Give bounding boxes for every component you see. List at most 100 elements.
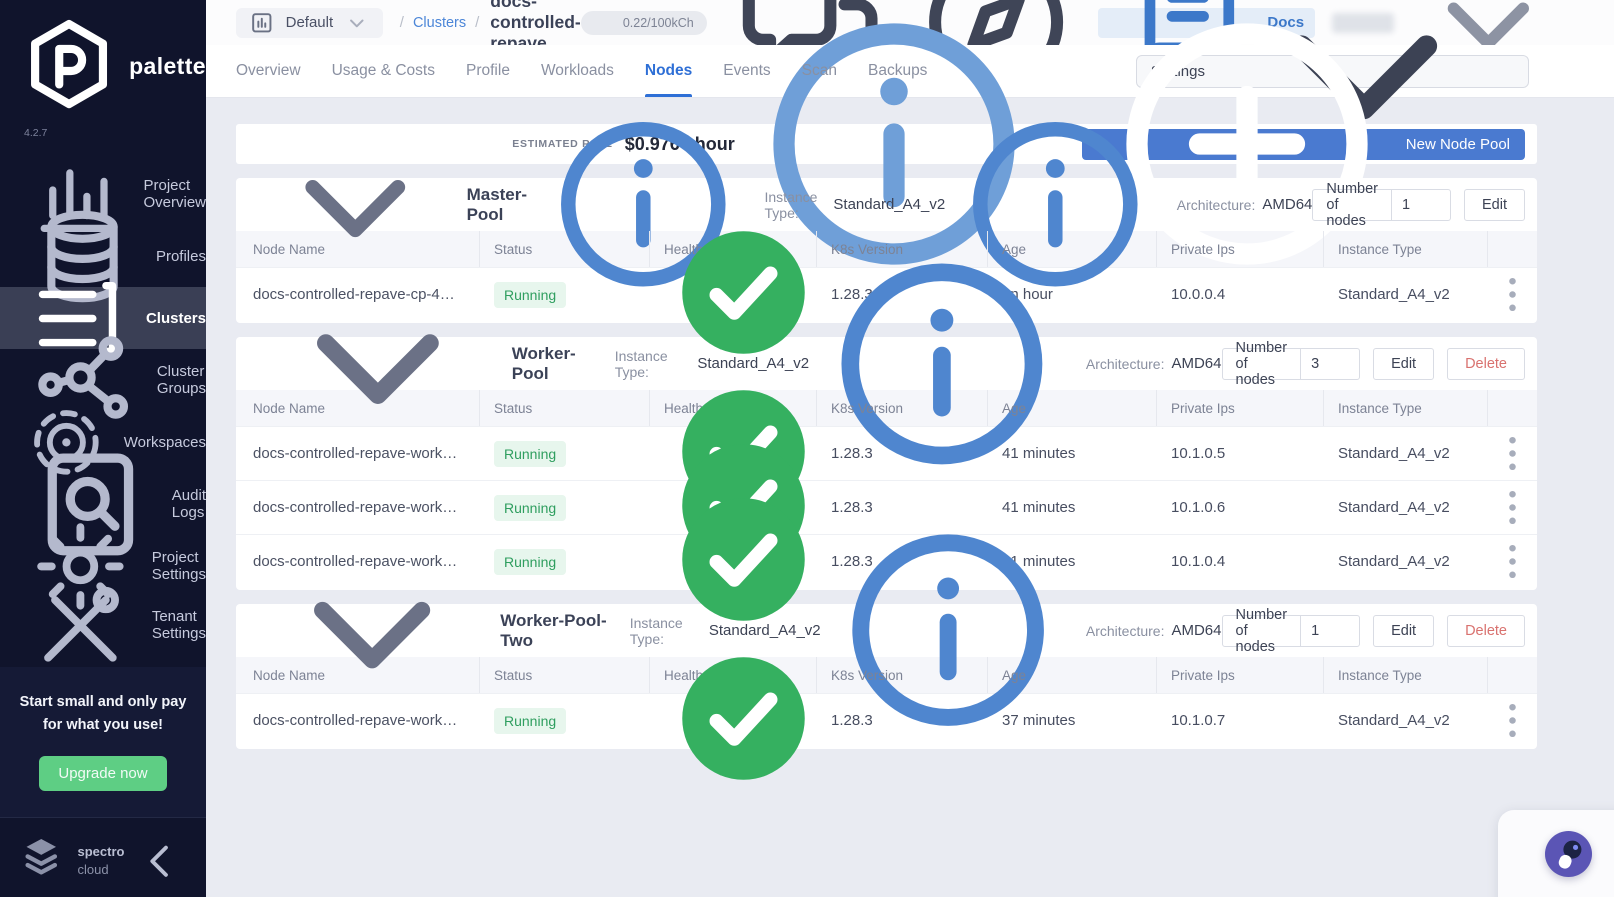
sidebar-item-label: Project Settings	[151, 549, 206, 584]
table-header-row: Node Name Status Health K8s Version Age …	[236, 657, 1537, 693]
k8s-version-cell: 1.28.3	[831, 712, 873, 729]
row-actions-kebab[interactable]	[1488, 483, 1537, 532]
actions-cell	[1488, 537, 1537, 586]
status-badge: Running	[494, 707, 567, 734]
status-cell: Running	[480, 281, 650, 308]
edit-pool-button[interactable]: Edit	[1373, 347, 1435, 380]
status-badge: Running	[494, 440, 567, 467]
status-cell: Running	[480, 440, 650, 467]
column-header-node-name: Node Name	[236, 390, 480, 426]
sidebar-item-label: Profiles	[155, 247, 206, 265]
private-ip-cell: 10.1.0.7	[1171, 712, 1226, 729]
tab-overview[interactable]: Overview	[236, 45, 301, 97]
actions-cell	[1488, 696, 1537, 745]
column-header-private-ips: Private Ips	[1157, 390, 1324, 426]
tab-workloads[interactable]: Workloads	[541, 45, 614, 97]
column-header-k8s-version: K8s Version	[817, 657, 988, 693]
architecture-label: Architecture:	[1085, 355, 1165, 372]
astronaut-icon	[1545, 831, 1592, 878]
row-actions-kebab[interactable]	[1488, 429, 1537, 478]
tab-nodes[interactable]: Nodes	[644, 45, 693, 97]
architecture-label: Architecture:	[1085, 622, 1165, 639]
instance-type-value: Standard_A4_v2	[697, 355, 810, 372]
column-header-k8s-version: K8s Version	[817, 390, 988, 426]
project-selector[interactable]: Default	[236, 7, 383, 38]
pool-controls: Number of nodes Edit Delete	[1221, 607, 1525, 655]
number-of-nodes-input[interactable]	[1301, 615, 1360, 646]
edit-pool-button[interactable]: Edit	[1464, 188, 1525, 221]
breadcrumb-separator: /	[475, 14, 480, 31]
column-header-status: Status	[480, 390, 650, 426]
tab-backups[interactable]: Backups	[868, 45, 927, 97]
upgrade-panel: Start small and only pay for what you us…	[0, 667, 206, 817]
spectro-cloud-wordmark: spectro cloud	[78, 843, 125, 879]
instance-type-label: Instance Type:	[614, 347, 668, 380]
private-ip-cell: 10.1.0.5	[1171, 445, 1226, 462]
upgrade-message: Start small and only pay for what you us…	[12, 691, 194, 736]
node-pool-card-worker-pool-two: Worker-Pool-Two Instance Type: Standard_…	[236, 534, 1537, 780]
pool-header: Worker-Pool Instance Type: Standard_A4_v…	[236, 263, 1537, 464]
spectro-text: spectro	[77, 843, 125, 859]
nodes-content: ESTIMATED RATE $0.976 / hour New Node Po…	[206, 23, 1614, 780]
upgrade-now-button[interactable]: Upgrade now	[39, 756, 167, 791]
breadcrumb-clusters-link[interactable]: Clusters	[413, 15, 466, 31]
tab-events[interactable]: Events	[723, 45, 770, 97]
node-pools: Master-Pool Instance Type: Standard_A4_v…	[236, 122, 1614, 780]
actions-cell	[1488, 429, 1537, 478]
new-node-pool-label: New Node Pool	[1405, 135, 1510, 153]
pool-controls: Number of nodes Edit	[1312, 181, 1525, 229]
architecture-value: AMD64	[1171, 622, 1222, 639]
upgrade-message-line2: for what you use!	[42, 716, 164, 733]
status-cell: Running	[480, 494, 650, 521]
tab-usage-costs[interactable]: Usage & Costs	[332, 45, 435, 97]
app-root: palette 4.2.7 Project Overview Profiles …	[0, 0, 1614, 897]
private-ip-cell: 10.0.0.4	[1171, 286, 1226, 303]
architecture-label: Architecture:	[1176, 196, 1256, 213]
sidebar-nav: Project Overview Profiles Clusters Clust…	[0, 163, 207, 610]
instance-type-cell: Standard_A4_v2	[1338, 712, 1450, 729]
sidebar-item-label: Cluster Groups	[156, 363, 207, 398]
column-header-age: Age	[988, 657, 1157, 693]
actions-cell	[1488, 270, 1537, 319]
check-circle-icon	[670, 486, 817, 633]
delete-pool-button[interactable]: Delete	[1447, 614, 1525, 647]
project-selector-value: Default	[285, 14, 334, 31]
sidebar-bottom: Tenant Settings Start small and only pay…	[0, 586, 206, 897]
pool-name: Worker-Pool	[511, 343, 576, 383]
sidebar-item-label: Audit Logs	[171, 487, 206, 522]
collapse-sidebar-button[interactable]	[133, 834, 188, 889]
architecture-value: AMD64	[1171, 355, 1222, 372]
tab-profile[interactable]: Profile	[466, 45, 510, 97]
column-header-age: Age	[988, 390, 1157, 426]
node-name-cell: docs-controlled-repave-work…	[253, 712, 458, 729]
column-header-instance-type: Instance Type	[1324, 657, 1488, 693]
pool-header: Worker-Pool-Two Instance Type: Standard_…	[236, 534, 1537, 727]
chevron-down-icon	[343, 9, 371, 37]
user-name-redacted	[1332, 12, 1395, 33]
edit-pool-button[interactable]: Edit	[1373, 614, 1435, 647]
instance-type-cell: Standard_A4_v2	[1338, 553, 1450, 570]
column-header-instance-type: Instance Type	[1324, 231, 1488, 267]
row-actions-kebab[interactable]	[1488, 537, 1537, 586]
health-cell	[650, 645, 817, 796]
tab-scan[interactable]: Scan	[802, 45, 837, 97]
instance-type-value: Standard_A4_v2	[833, 196, 946, 213]
row-actions-kebab[interactable]	[1488, 270, 1537, 319]
number-of-nodes-input[interactable]	[1301, 348, 1360, 379]
assistant-fab-button[interactable]	[1545, 831, 1592, 877]
column-header-actions	[1488, 657, 1537, 693]
sidebar-footer: spectro cloud	[0, 817, 206, 897]
check-circle-icon	[670, 645, 817, 792]
column-header-actions	[1488, 231, 1537, 267]
instance-type-label: Instance Type:	[629, 614, 683, 647]
tools-icon	[25, 570, 136, 681]
private-ip-cell: 10.1.0.4	[1171, 553, 1226, 570]
status-badge: Running	[494, 494, 567, 521]
column-header-private-ips: Private Ips	[1157, 231, 1324, 267]
row-actions-kebab[interactable]	[1488, 696, 1537, 745]
number-of-nodes-control: Number of nodes	[1221, 340, 1361, 388]
delete-pool-button[interactable]: Delete	[1447, 347, 1525, 380]
column-header-node-name: Node Name	[236, 657, 480, 693]
number-of-nodes-input[interactable]	[1392, 189, 1450, 220]
sidebar-item-tenant-settings[interactable]: Tenant Settings	[0, 586, 206, 662]
